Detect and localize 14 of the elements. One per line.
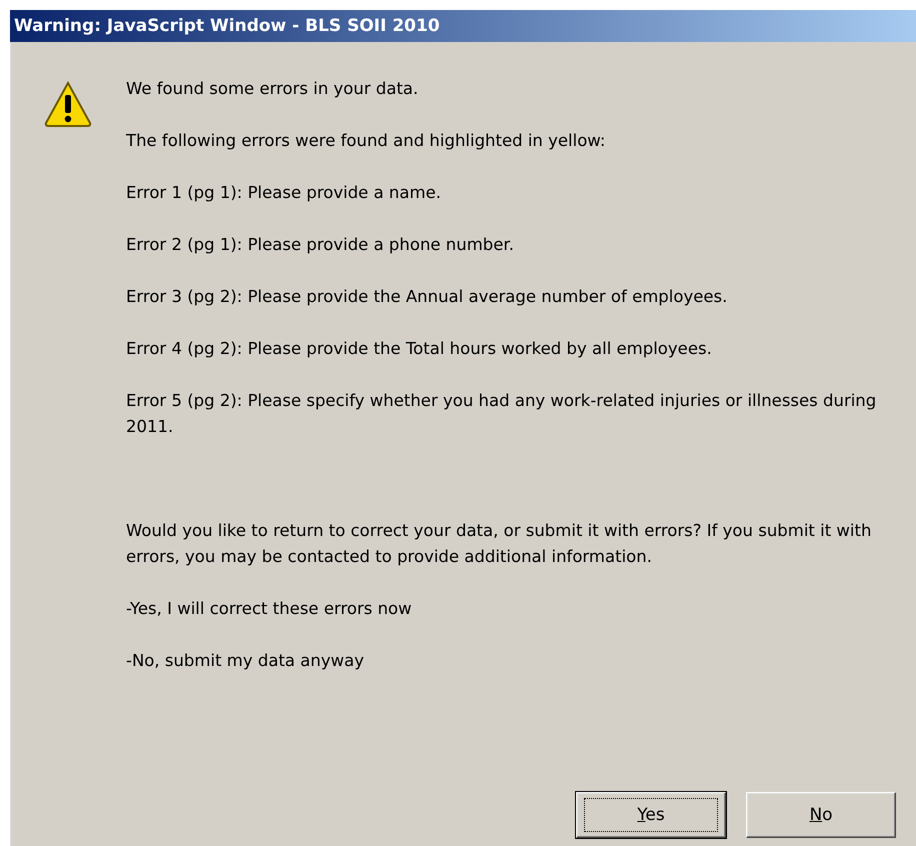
message-heading: We found some errors in your data. xyxy=(126,78,420,100)
error-item: Error 1 (pg 1): Please provide a name. xyxy=(126,182,442,204)
question-text: Would you like to return to correct your data, or submit it with errors? If you submit it with errors, you may be contacted to provide additional information. xyxy=(126,520,872,568)
error-item: Error 2 (pg 1): Please provide a phone number. xyxy=(126,234,515,256)
option-text: -No, submit my data anyway xyxy=(126,650,365,672)
message-intro: The following errors were found and highlighted in yellow: xyxy=(126,130,606,152)
no-button[interactable]: No xyxy=(746,792,896,838)
window-title: Warning: JavaScript Window - BLS SOII 2010 xyxy=(14,16,440,36)
error-item: Error 3 (pg 2): Please provide the Annual average number of employees. xyxy=(126,286,728,308)
warning-icon xyxy=(44,80,92,128)
yes-button[interactable]: Yes xyxy=(576,792,726,838)
option-text: -Yes, I will correct these errors now xyxy=(126,598,413,620)
error-item: Error 4 (pg 2): Please provide the Total hours worked by all employees. xyxy=(126,338,713,360)
error-item: Error 5 (pg 2): Please specify whether you had any work-related injuries or illnesses during 2011. xyxy=(126,390,878,438)
